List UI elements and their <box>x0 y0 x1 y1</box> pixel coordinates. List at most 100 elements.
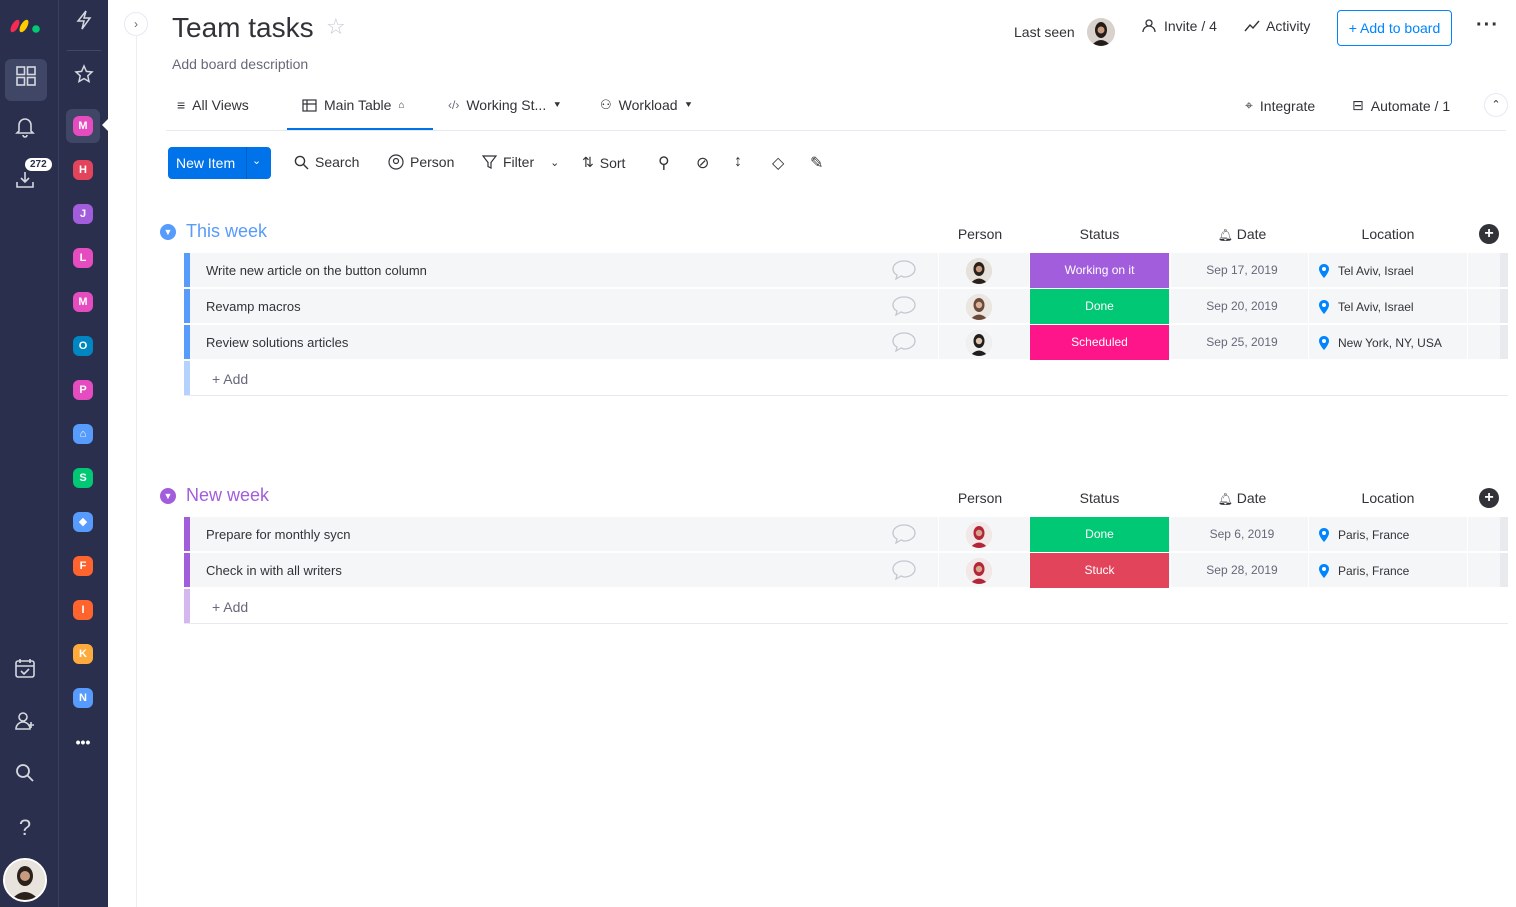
table-row[interactable]: Write new article on the button column Wo… <box>184 253 1508 288</box>
lightning-icon[interactable] <box>64 4 104 44</box>
hide-eye-icon[interactable]: ⊘ <box>696 153 709 173</box>
add-item-label[interactable]: + Add <box>212 599 248 615</box>
workspace-item[interactable]: M <box>73 116 93 136</box>
calendar-check-icon[interactable] <box>5 653 45 693</box>
color-fill-icon[interactable]: ◇ <box>772 153 784 173</box>
column-header-location[interactable]: Location <box>1318 490 1458 506</box>
column-header-status[interactable]: Status <box>1030 490 1169 506</box>
location-cell[interactable]: Tel Aviv, Israel <box>1318 299 1414 315</box>
person-avatar[interactable] <box>966 522 992 548</box>
workspace-item[interactable]: M <box>73 292 93 312</box>
chevron-down-icon[interactable]: ⌄ <box>252 154 261 167</box>
integrate-button[interactable]: ⌖ Integrate <box>1245 97 1315 114</box>
person-avatar[interactable] <box>966 558 992 584</box>
date-cell[interactable]: Sep 28, 2019 <box>1176 553 1308 588</box>
item-name[interactable]: Check in with all writers <box>206 563 342 578</box>
workspace-item[interactable]: P <box>73 380 93 400</box>
location-cell[interactable]: Paris, France <box>1318 563 1409 579</box>
column-header-person[interactable]: Person <box>950 490 1010 506</box>
tab-all-views[interactable]: ≡ All Views <box>177 97 249 113</box>
sort-button[interactable]: ⇅ Sort <box>582 154 625 171</box>
automate-button[interactable]: ⊟ Automate / 1 <box>1352 97 1450 114</box>
workspace-item[interactable]: S <box>73 468 93 488</box>
add-to-board-button[interactable]: + Add to board <box>1337 10 1452 46</box>
status-cell[interactable]: Scheduled <box>1030 325 1169 360</box>
workspace-item[interactable]: O <box>73 336 93 356</box>
workspace-item[interactable]: J <box>73 204 93 224</box>
add-column-button[interactable]: + <box>1479 488 1499 508</box>
last-seen[interactable]: Last seen <box>1014 18 1115 46</box>
column-header-person[interactable]: Person <box>950 226 1010 242</box>
workspace-item[interactable]: ⌂ <box>73 424 93 444</box>
status-cell[interactable]: Done <box>1030 289 1169 324</box>
table-row[interactable]: Review solutions articles Scheduled Sep 25… <box>184 325 1508 360</box>
board-description[interactable]: Add board description <box>172 56 308 72</box>
group-title[interactable]: ▼ New week <box>160 485 269 506</box>
comment-bubble-icon[interactable] <box>891 523 917 545</box>
comment-bubble-icon[interactable] <box>891 559 917 581</box>
date-cell[interactable]: Sep 17, 2019 <box>1176 253 1308 288</box>
grid-icon[interactable] <box>6 60 46 100</box>
workspace-item[interactable]: ◆ <box>73 512 93 532</box>
add-column-button[interactable]: + <box>1479 224 1499 244</box>
workspace-item[interactable]: F <box>73 556 93 576</box>
pin-icon[interactable]: ⚲ <box>658 153 670 173</box>
monday-logo[interactable] <box>8 12 44 36</box>
tab-workload[interactable]: ⚇ Workload ⯆ <box>600 97 693 113</box>
workspace-item[interactable]: I <box>73 600 93 620</box>
workspace-item[interactable]: L <box>73 248 93 268</box>
bell-icon[interactable] <box>5 112 45 152</box>
group-title[interactable]: ▼ This week <box>160 221 267 242</box>
date-cell[interactable]: Sep 20, 2019 <box>1176 289 1308 324</box>
status-cell[interactable]: Working on it <box>1030 253 1169 288</box>
comment-bubble-icon[interactable] <box>891 295 917 317</box>
add-item-row[interactable]: + Add <box>184 361 1508 396</box>
chevron-down-icon[interactable]: ⌄ <box>550 156 559 169</box>
table-row[interactable]: Prepare for monthly sycn Done Sep 6, 2019 P… <box>184 517 1508 552</box>
item-name[interactable]: Revamp macros <box>206 299 301 314</box>
invite-button[interactable]: Invite / 4 <box>1142 18 1217 34</box>
add-item-row[interactable]: + Add <box>184 589 1508 624</box>
activity-button[interactable]: Activity <box>1244 18 1310 34</box>
date-cell[interactable]: Sep 25, 2019 <box>1176 325 1308 360</box>
row-height-icon[interactable]: ↕ <box>734 153 742 171</box>
person-avatar[interactable] <box>966 294 992 320</box>
comment-bubble-icon[interactable] <box>891 331 917 353</box>
group-collapse-icon[interactable]: ▼ <box>160 223 176 240</box>
more-workspaces-icon[interactable]: ••• <box>63 722 103 762</box>
workspace-item[interactable]: N <box>73 688 93 708</box>
item-name[interactable]: Prepare for monthly sycn <box>206 527 351 542</box>
date-cell[interactable]: Sep 6, 2019 <box>1176 517 1308 552</box>
column-header-date[interactable]: 🔔︎ Date <box>1176 226 1308 242</box>
location-cell[interactable]: New York, NY, USA <box>1318 335 1442 351</box>
workspace-item[interactable]: K <box>73 644 93 664</box>
column-header-location[interactable]: Location <box>1318 226 1458 242</box>
user-avatar[interactable] <box>3 858 47 902</box>
workspace-item[interactable]: H <box>73 160 93 180</box>
invite-user-icon[interactable] <box>5 706 45 746</box>
new-item-button[interactable]: New Item ⌄ <box>168 147 271 179</box>
more-options-icon[interactable]: ··· <box>1476 14 1499 37</box>
status-cell[interactable]: Stuck <box>1030 553 1169 588</box>
group-collapse-icon[interactable]: ▼ <box>160 487 176 504</box>
comment-bubble-icon[interactable] <box>891 259 917 281</box>
tab-main-table[interactable]: Main Table ⌂ <box>302 97 405 113</box>
expand-sidebar-button[interactable]: › <box>124 12 148 36</box>
column-header-date[interactable]: 🔔︎ Date <box>1176 490 1308 506</box>
favorites-star-icon[interactable] <box>64 58 104 98</box>
status-cell[interactable]: Done <box>1030 517 1169 552</box>
table-row[interactable]: Check in with all writers Stuck Sep 28, 20… <box>184 553 1508 588</box>
item-name[interactable]: Review solutions articles <box>206 335 348 350</box>
location-cell[interactable]: Tel Aviv, Israel <box>1318 263 1414 279</box>
help-icon[interactable]: ? <box>5 808 45 848</box>
tab-working-status[interactable]: ‹/› Working St... ⯆ <box>448 97 561 113</box>
edit-icon[interactable]: ✎ <box>810 153 823 173</box>
filter-button[interactable]: Filter ⌄ <box>482 154 559 170</box>
search-button[interactable]: Search <box>294 154 359 170</box>
star-icon[interactable]: ☆ <box>326 14 346 40</box>
table-row[interactable]: Revamp macros Done Sep 20, 2019 Tel Aviv, I… <box>184 289 1508 324</box>
add-item-label[interactable]: + Add <box>212 371 248 387</box>
board-title[interactable]: Team tasks <box>172 12 314 44</box>
collapse-header-button[interactable]: ⌃ <box>1484 93 1508 117</box>
item-name[interactable]: Write new article on the button column <box>206 263 427 278</box>
